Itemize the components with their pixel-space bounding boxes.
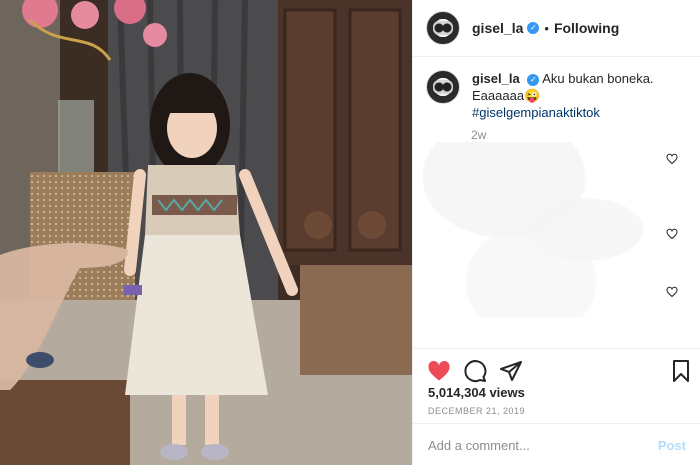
- header-separator: •: [544, 20, 549, 36]
- author-avatar[interactable]: [426, 11, 460, 45]
- caption-username[interactable]: gisel_la: [472, 71, 520, 86]
- comment-icon[interactable]: [463, 359, 487, 383]
- caption-timestamp[interactable]: 2w: [471, 128, 486, 142]
- caption-text: gisel_la ✓ Aku bukan boneka. Eaaaaaa😜 #g…: [472, 70, 654, 121]
- verified-badge-icon: ✓: [527, 22, 540, 34]
- caption-hashtag-link[interactable]: #giselgempianaktiktok: [472, 105, 600, 120]
- post-date[interactable]: DECEMBER 21, 2019: [428, 406, 525, 416]
- share-icon[interactable]: [499, 359, 523, 383]
- caption-comment: gisel_la ✓ Aku bukan boneka. Eaaaaaa😜 #g…: [426, 70, 691, 121]
- view-count[interactable]: 5,014,304 views: [428, 385, 525, 400]
- post-actions: 5,014,304 views DECEMBER 21, 2019 Post: [413, 348, 700, 465]
- post-comment-button[interactable]: Post: [658, 438, 686, 453]
- post-side-panel: gisel_la ✓ • Following gisel_la ✓ Aku bu…: [412, 0, 700, 465]
- verified-badge-icon: ✓: [527, 74, 540, 86]
- add-comment-input[interactable]: [428, 437, 658, 453]
- author-username[interactable]: gisel_la: [472, 20, 523, 36]
- following-button[interactable]: Following: [554, 20, 619, 36]
- bookmark-icon[interactable]: [669, 359, 693, 383]
- post-header: gisel_la ✓ • Following: [413, 0, 700, 57]
- comments-loading-placeholder: [423, 142, 693, 317]
- heart-outline-icon[interactable]: [666, 228, 678, 240]
- heart-outline-icon[interactable]: [666, 286, 678, 298]
- caption-line1: Aku bukan boneka.: [542, 71, 654, 86]
- post-video[interactable]: [0, 0, 412, 465]
- caption-avatar[interactable]: [426, 70, 460, 104]
- comment-composer: Post: [413, 423, 700, 465]
- heart-filled-icon[interactable]: [427, 359, 451, 383]
- heart-outline-icon[interactable]: [666, 153, 678, 165]
- caption-line2: Eaaaaaa😜: [472, 88, 541, 103]
- video-frame: [0, 0, 412, 465]
